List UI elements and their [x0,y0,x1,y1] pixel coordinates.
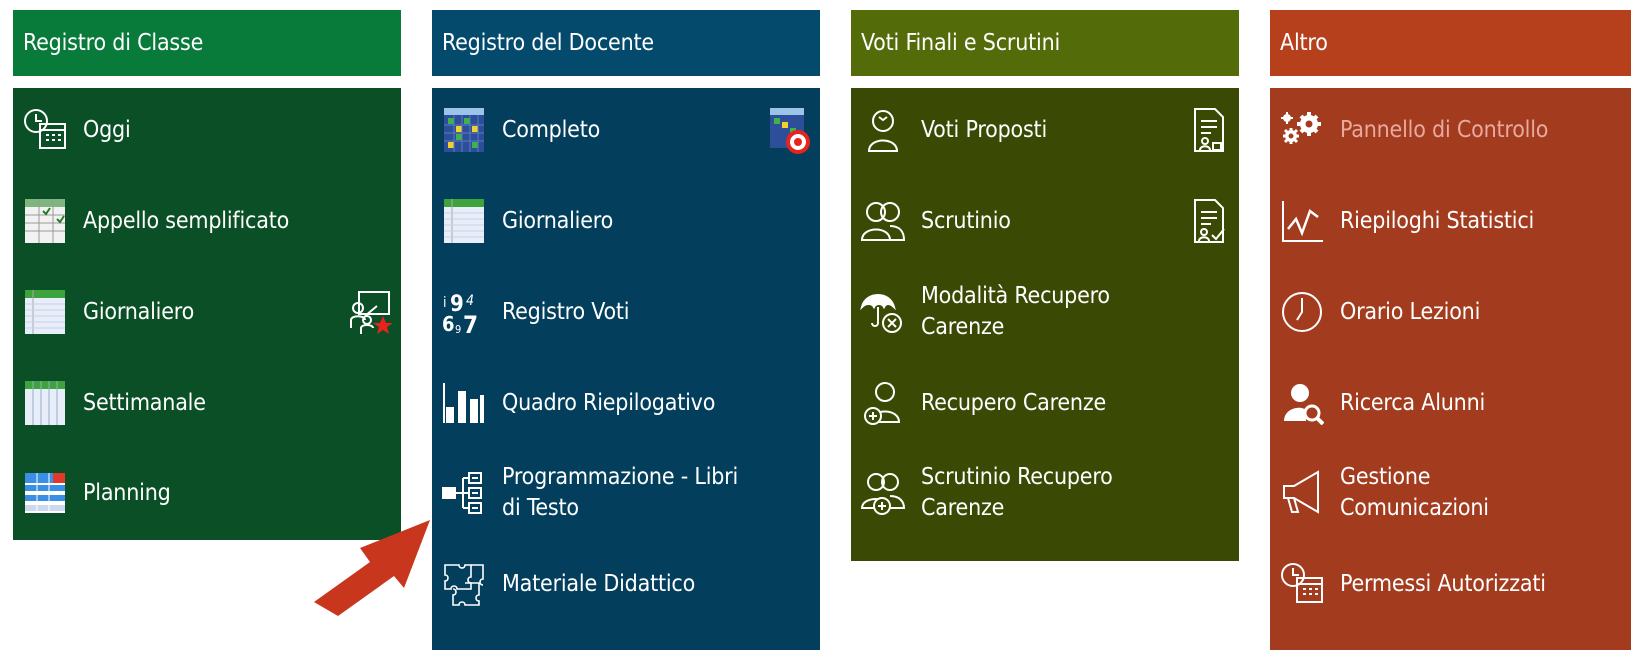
menu-item-giornaliero[interactable]: Giornaliero [432,181,820,261]
full-register-icon [440,106,488,154]
menu-item-label: Recupero Carenze [921,389,1107,416]
annotation-arrow [314,520,430,616]
panel-registro-docente: Completo Giornaliero i94697 Registro Vot… [432,88,820,650]
header-registro-classe: Registro di Classe [13,10,401,76]
gears-icon [1278,106,1326,154]
daily-register-icon [440,197,488,245]
megaphone-icon [1278,469,1326,517]
teacher-star-icon[interactable] [349,288,393,336]
menu-item-label: Pannello di Controllo [1340,116,1549,143]
header-altro: Altro [1270,10,1631,76]
panel-voti-finali: Voti Proposti Scrutinio Modalità Recuper… [851,88,1239,561]
menu-item-quadro-riepilogativo[interactable]: Quadro Riepilogativo [432,363,820,443]
menu-item-label: Completo [502,116,601,143]
document-person-icon[interactable] [1187,106,1231,154]
user-search-icon [1278,379,1326,427]
panel-registro-classe: Oggi Appello semplificato Giornaliero Se… [13,88,401,540]
menu-item-label: Materiale Didattico [502,570,696,597]
menu-item-permessi-autorizzati[interactable]: Permessi Autorizzati [1270,544,1631,624]
menu-item-label: Settimanale [83,389,206,416]
menu-item-label: Giornaliero [502,207,614,234]
menu-item-recupero-carenze[interactable]: Recupero Carenze [851,363,1239,443]
planning-grid-icon [21,469,69,517]
menu-item-ricerca-alunni[interactable]: Ricerca Alunni [1270,363,1631,443]
menu-item-riepiloghi-statistici[interactable]: Riepiloghi Statistici [1270,181,1631,261]
menu-item-scrutinio[interactable]: Scrutinio [851,181,1239,261]
menu-item-label: Permessi Autorizzati [1340,570,1546,597]
column-altro: Altro [1270,10,1631,76]
menu-item-oggi[interactable]: Oggi [13,90,401,170]
header-registro-docente: Registro del Docente [432,10,820,76]
menu-item-label: Appello semplificato [83,207,290,234]
attendance-sheet-icon [21,197,69,245]
svg-text:6: 6 [442,312,455,335]
column-voti-finali: Voti Finali e Scrutini [851,10,1239,76]
menu-item-voti-proposti[interactable]: Voti Proposti [851,90,1239,170]
menu-item-label: Oggi [83,116,131,143]
line-chart-icon [1278,197,1326,245]
header-voti-finali: Voti Finali e Scrutini [851,10,1239,76]
calendar-clock-icon [21,106,69,154]
umbrella-cancel-icon [859,288,907,336]
menu-item-gestione-comunicazioni[interactable]: Gestione Comunicazioni [1270,453,1631,533]
svg-text:i: i [443,295,447,311]
menu-item-label: Registro Voti [502,298,630,325]
menu-item-registro-voti[interactable]: i94697 Registro Voti [432,272,820,352]
menu-item-giornaliero[interactable]: Giornaliero [13,272,401,352]
menu-item-label: Giornaliero [83,298,195,325]
menu-item-label: Orario Lezioni [1340,298,1481,325]
menu-item-completo[interactable]: Completo [432,90,820,170]
register-target-icon[interactable] [768,106,812,154]
svg-text:4: 4 [466,293,474,309]
menu-item-label: Voti Proposti [921,116,1048,143]
clock-icon [1278,288,1326,336]
menu-item-programmazione-libri[interactable]: Programmazione - Libri di Testo [432,453,820,533]
svg-text:7: 7 [463,311,478,335]
menu-item-label: Quadro Riepilogativo [502,389,716,416]
calendar-clock-icon [1278,560,1326,608]
menu-item-label: Scrutinio Recupero Carenze [921,464,1113,521]
column-registro-classe: Registro di Classe [13,10,401,76]
menu-item-label: Modalità Recupero Carenze [921,283,1110,340]
menu-item-scrutinio-recupero[interactable]: Scrutinio Recupero Carenze [851,453,1239,533]
weekly-register-icon [21,379,69,427]
menu-item-orario-lezioni[interactable]: Orario Lezioni [1270,272,1631,352]
menu-item-materiale-didattico[interactable]: Materiale Didattico [432,544,820,624]
menu-item-modalita-recupero[interactable]: Modalità Recupero Carenze [851,272,1239,352]
document-check-icon[interactable] [1187,197,1231,245]
menu-item-label: Riepiloghi Statistici [1340,207,1535,234]
menu-item-appello-semplificato[interactable]: Appello semplificato [13,181,401,261]
menu-item-pannello-controllo: Pannello di Controllo [1270,90,1631,170]
group-plus-icon [859,469,907,517]
menu-item-settimanale[interactable]: Settimanale [13,363,401,443]
menu-item-label: Gestione Comunicazioni [1340,464,1489,521]
panel-altro: Pannello di Controllo Riepiloghi Statist… [1270,88,1631,650]
bar-chart-icon [440,379,488,427]
daily-register-icon [21,288,69,336]
menu-item-label: Planning [83,479,171,506]
svg-text:9: 9 [455,323,461,335]
students-group-icon [859,197,907,245]
column-registro-docente: Registro del Docente [432,10,820,76]
student-plus-icon [859,379,907,427]
menu-item-label: Programmazione - Libri di Testo [502,464,739,521]
grades-numbers-icon: i94697 [440,288,488,336]
menu-item-label: Scrutinio [921,207,1011,234]
menu-item-label: Ricerca Alunni [1340,389,1486,416]
student-icon [859,106,907,154]
